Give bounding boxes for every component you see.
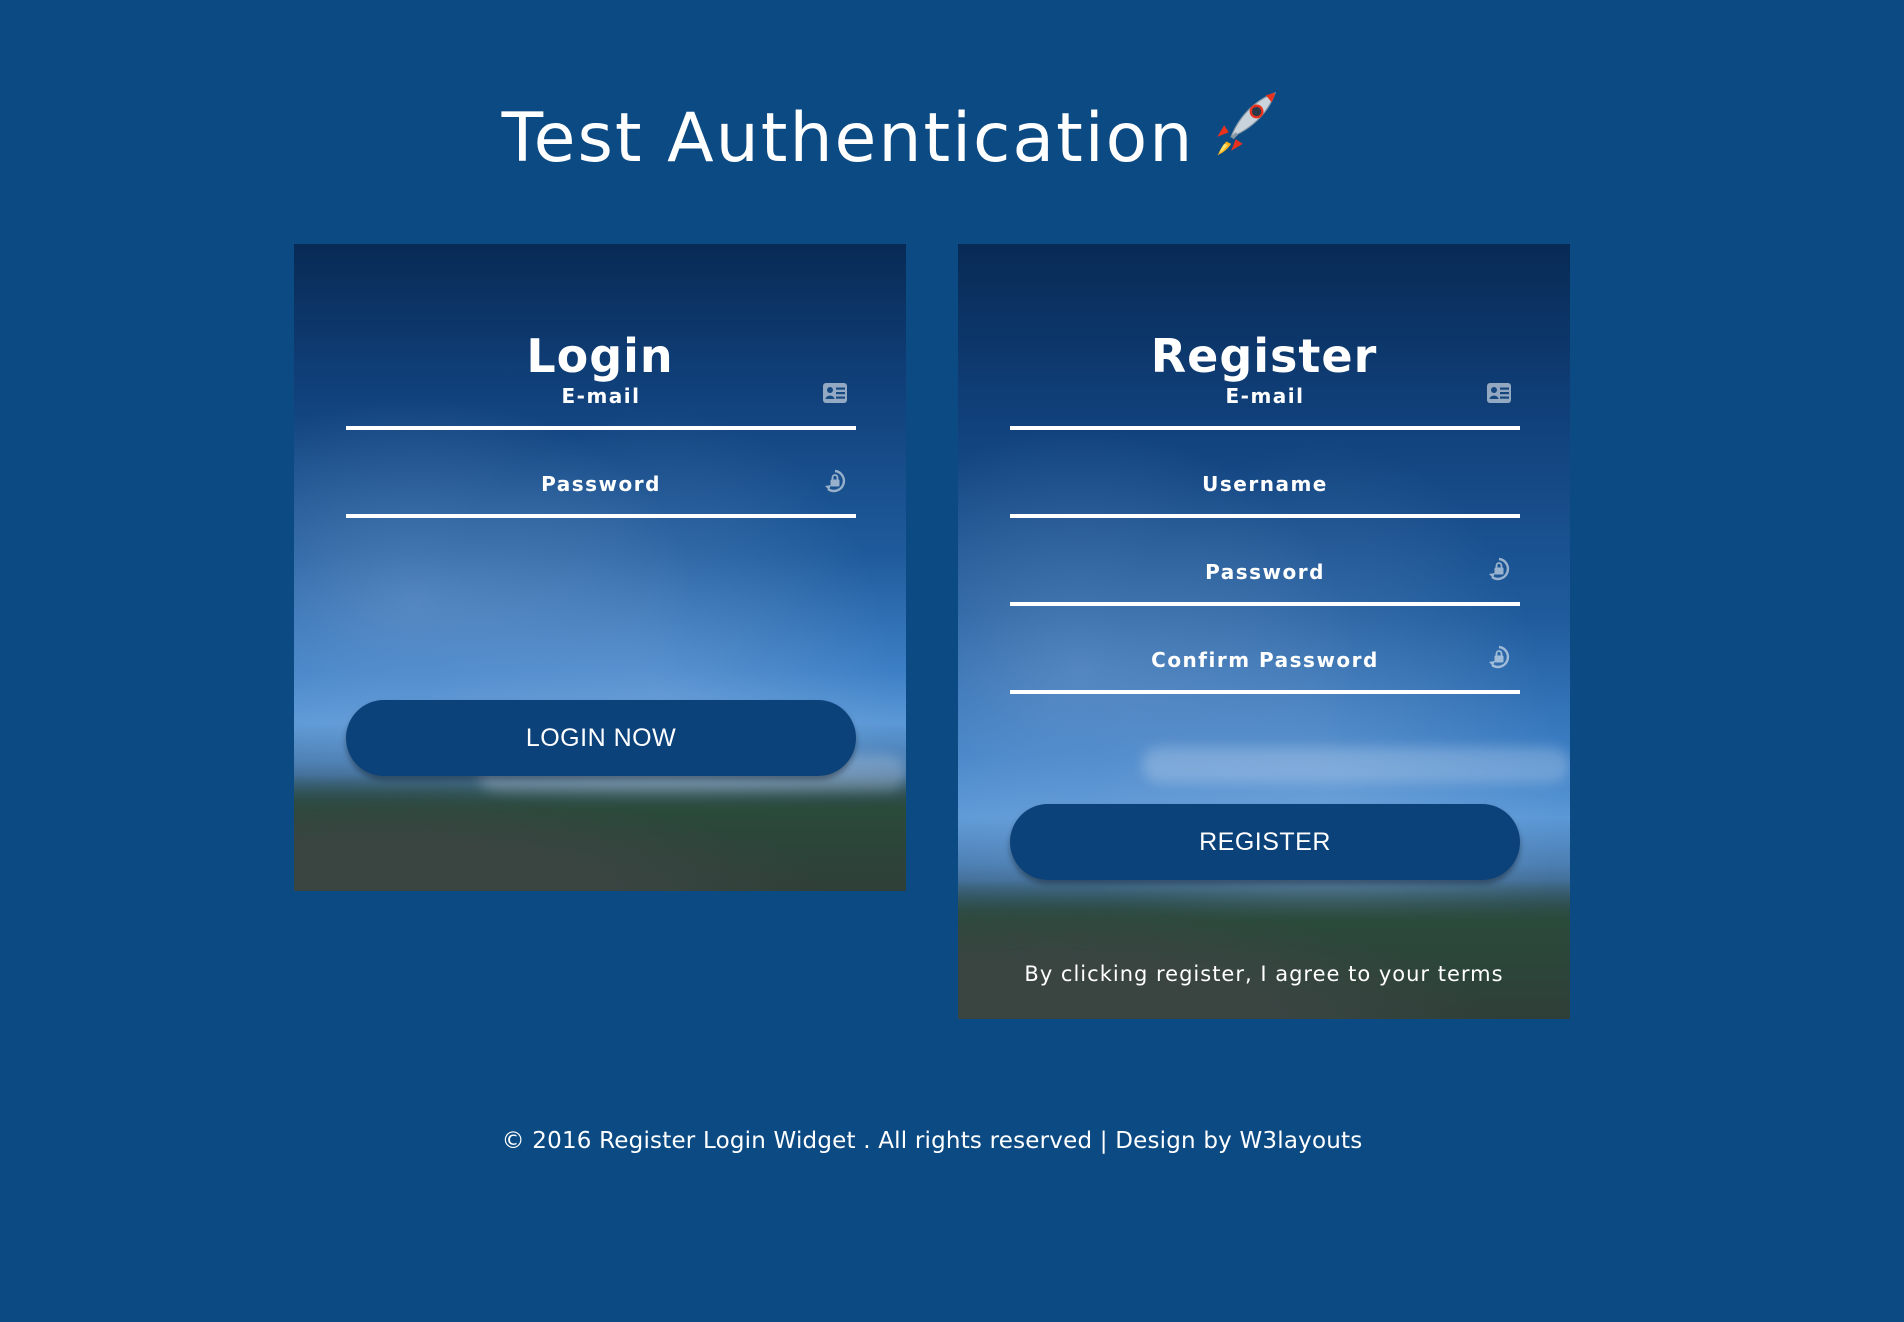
id-card-icon — [1486, 380, 1512, 406]
login-email-field-wrapper — [346, 366, 856, 430]
register-email-input[interactable] — [1010, 366, 1520, 426]
terms-text: By clicking register, I agree to your te… — [1024, 962, 1504, 986]
login-now-button[interactable]: LOGIN NOW — [346, 700, 856, 776]
register-button[interactable]: REGISTER — [1010, 804, 1520, 880]
lock-rotate-icon — [1486, 644, 1512, 670]
register-username-field-wrapper — [1010, 454, 1520, 518]
register-email-field-wrapper — [1010, 366, 1520, 430]
lock-rotate-icon — [1486, 556, 1512, 582]
register-username-input[interactable] — [1010, 454, 1520, 514]
page-title-text: Test Authentication — [501, 98, 1195, 178]
register-confirm-password-input[interactable] — [1010, 630, 1520, 690]
w3layouts-link[interactable]: W3layouts — [1239, 1128, 1362, 1154]
register-password-input[interactable] — [1010, 542, 1520, 602]
register-confirm-password-field-wrapper — [1010, 630, 1520, 694]
id-card-icon — [822, 380, 848, 406]
register-card: Register E-mail Username REGISTER By cli… — [958, 244, 1570, 1019]
login-password-field-wrapper — [346, 454, 856, 518]
footer: © 2016 Register Login Widget . All right… — [0, 1128, 1864, 1154]
footer-copyright: © 2016 Register Login Widget . All right… — [501, 1128, 1240, 1154]
login-email-input[interactable] — [346, 366, 856, 426]
rocket-icon — [1208, 86, 1282, 183]
register-password-field-wrapper — [1010, 542, 1520, 606]
page-title: Test Authentication — [0, 92, 1784, 184]
lock-rotate-icon — [822, 468, 848, 494]
login-card: Login LOGIN NOW — [294, 244, 906, 891]
login-password-input[interactable] — [346, 454, 856, 514]
